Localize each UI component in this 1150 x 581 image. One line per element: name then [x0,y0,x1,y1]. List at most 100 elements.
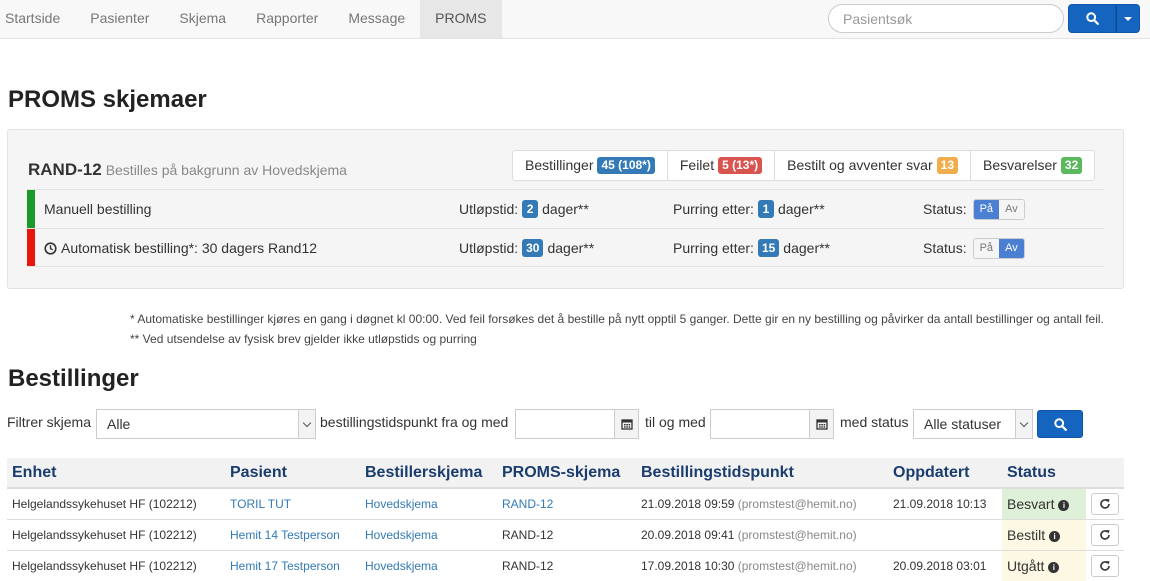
status-label: Status: [923,201,967,217]
ordered-time: 20.09.2018 09:41 [641,527,735,542]
filter-form-value: Alle [107,416,131,432]
nav-item-startside[interactable]: Startside [0,0,75,38]
column-header-pasient[interactable]: Pasient [225,458,360,489]
order-form-link[interactable]: Hovedskjema [360,549,497,581]
refresh-icon [1100,498,1110,509]
reminder-unit: dager** [777,201,825,217]
reminder-days-badge[interactable]: 15 [757,239,780,257]
order-form-link[interactable]: Hovedskjema [360,518,497,550]
column-header-oppdatert[interactable]: Oppdatert [888,458,1002,489]
refresh-button[interactable] [1091,523,1119,546]
status-text: Besvart [1007,495,1055,512]
search-button-group [1068,4,1140,33]
actions-cell [1086,518,1124,550]
nav-item-proms[interactable]: PROMS [420,0,502,38]
form-tabs: Bestillinger 45 (108*) Feilet 5 (13*) Be… [512,150,1096,181]
actions-cell [1086,487,1124,519]
column-header-enhet[interactable]: Enhet [7,458,225,489]
count-badge: 45 (108*) [597,157,655,174]
refresh-button[interactable] [1091,554,1119,577]
status-on-button[interactable]: På [973,199,1000,219]
ordered-by: (promstest@hemit.no) [737,496,857,511]
status-toggle: På Av [972,237,1025,259]
tab-bestillinger[interactable]: Bestillinger 45 (108*) [513,151,668,180]
ordered-by: (promstest@hemit.no) [737,558,857,573]
filter-form-label: Filtrer skjema [7,414,92,430]
expiry-label: Utløpstid: [459,240,519,256]
footnote-automatic-orders: * Automatiske bestillinger kjøres en gan… [130,312,1104,326]
order-form-link[interactable]: Hovedskjema [360,487,497,519]
table-row: Helgelandssykehuset HF (102212) Hemit 17… [7,549,1124,581]
info-icon[interactable]: i [1058,499,1070,511]
expiry-label: Utløpstid: [459,201,519,217]
tab-besvarelser[interactable]: Besvarelser 32 [971,151,1094,180]
form-subtitle: Bestilles på bakgrunn av Hovedskjema [105,162,347,178]
status-on-button[interactable]: På [973,238,1000,258]
nav-item-skjema[interactable]: Skjema [164,0,241,38]
nav-item-rapporter[interactable]: Rapporter [241,0,333,38]
ordered-by: (promstest@hemit.no) [737,527,857,542]
column-header-bestillerskjema[interactable]: Bestillerskjema [360,458,497,489]
filter-from-date-input[interactable] [515,409,639,439]
table-row: Helgelandssykehuset HF (102212) TORIL TU… [7,487,1124,519]
expiry-days-badge[interactable]: 30 [522,239,544,257]
top-navbar: Startside Pasienter Skjema Rapporter Mes… [0,0,1150,39]
calendar-icon[interactable] [614,410,638,438]
nav-item-pasienter[interactable]: Pasienter [75,0,164,38]
form-name: RAND-12 [28,160,102,179]
proms-form-link[interactable]: RAND-12 [497,487,636,519]
orders-section-title: Bestillinger [8,365,139,392]
column-header-bestillingstidspunkt[interactable]: Bestillingstidspunkt [636,458,888,489]
calendar-icon[interactable] [809,410,833,438]
nav-item-message[interactable]: Message [333,0,420,38]
search-options-dropdown-button[interactable] [1116,4,1140,33]
form-title: RAND-12 Bestilles på bakgrunn av Hovedskj… [28,160,347,180]
filter-to-date-input[interactable] [710,409,834,439]
tab-feilet[interactable]: Feilet 5 (13*) [668,151,776,180]
chevron-down-icon [298,410,315,438]
patient-link[interactable]: TORIL TUT [225,487,360,519]
patient-link[interactable]: Hemit 17 Testperson [225,549,360,581]
count-badge: 32 [1060,157,1083,174]
actions-cell [1086,549,1124,581]
info-icon[interactable]: i [1049,530,1061,542]
ordered-time: 17.09.2018 10:30 [641,558,735,573]
order-type-row-automatic: Automatisk bestilling*: 30 dagers Rand12… [27,228,1104,267]
search-button[interactable] [1068,4,1116,33]
updated-cell: 20.09.2018 03:01 [888,549,1002,581]
reminder-setting: Purring etter: 15 dager** [673,229,830,267]
filter-status-select[interactable]: Alle statuser [913,409,1033,439]
filter-search-button[interactable] [1037,410,1083,438]
status-setting: Status: På Av [923,229,1025,267]
patient-search-input[interactable] [828,4,1064,33]
ordered-time: 21.09.2018 09:59 [641,496,735,511]
proms-form-cell: RAND-12 [497,549,636,581]
filter-to-label: til og med [645,414,706,430]
order-type-name: Manuell bestilling [44,190,151,228]
filter-form-select[interactable]: Alle [96,409,316,439]
column-header-status[interactable]: Status [1002,458,1086,489]
search-icon [1085,12,1099,25]
tab-bestilt-avventer-svar[interactable]: Bestilt og avventer svar 13 [775,151,971,180]
status-label: Status: [923,240,967,256]
column-header-actions [1086,458,1124,489]
order-type-label: Manuell bestilling [44,201,152,217]
reminder-days-badge[interactable]: 1 [757,200,774,218]
proms-form-panel: RAND-12 Bestilles på bakgrunn av Hovedskj… [7,129,1124,289]
status-cell: Utgått i [1002,549,1086,581]
status-off-button[interactable]: Av [999,238,1024,258]
info-icon[interactable]: i [1048,561,1060,573]
status-setting: Status: På Av [923,190,1025,228]
order-type-label: Automatisk bestilling*: 30 dagers Rand12 [61,240,318,256]
expiry-days-badge[interactable]: 2 [522,200,539,218]
page-title: PROMS skjemaer [8,86,207,113]
reminder-setting: Purring etter: 1 dager** [673,190,825,228]
refresh-button[interactable] [1091,492,1119,515]
patient-link[interactable]: Hemit 14 Testperson [225,518,360,550]
status-off-button[interactable]: Av [999,199,1024,219]
column-header-proms-skjema[interactable]: PROMS-skjema [497,458,636,489]
tab-label: Besvarelser [983,157,1057,173]
ordered-time-cell: 20.09.2018 09:41 (promstest@hemit.no) [636,518,888,550]
refresh-icon [1100,560,1110,571]
status-text: Bestilt [1007,526,1046,543]
